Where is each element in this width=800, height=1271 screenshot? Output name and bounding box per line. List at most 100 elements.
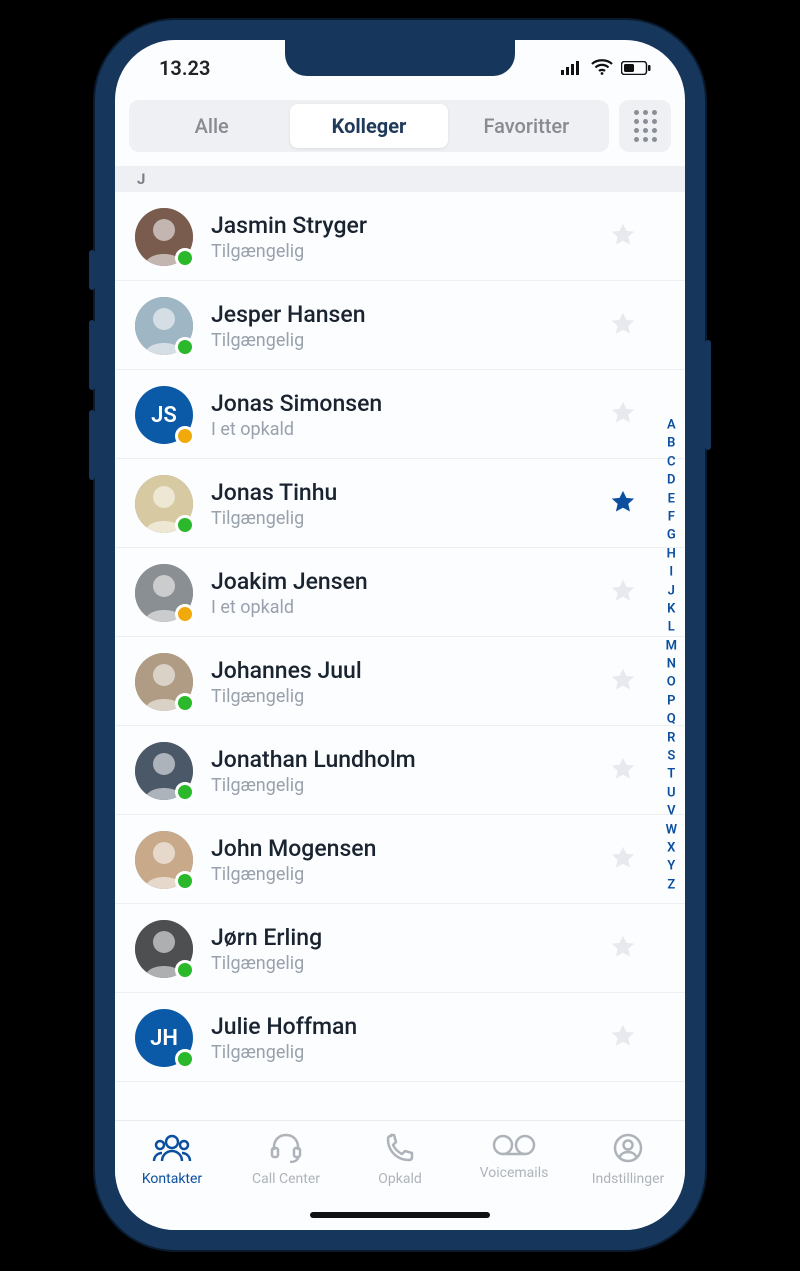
alpha-letter[interactable]: Z — [667, 877, 675, 894]
avatar — [135, 920, 193, 978]
avatar — [135, 653, 193, 711]
alpha-letter[interactable]: B — [667, 436, 675, 453]
alpha-letter[interactable]: K — [667, 602, 675, 619]
nav-label: Kontakter — [142, 1171, 202, 1187]
dialpad-button[interactable] — [619, 100, 671, 152]
alpha-letter[interactable]: X — [667, 841, 675, 858]
favorite-star[interactable] — [609, 666, 637, 698]
tab-all[interactable]: Alle — [133, 104, 290, 148]
presence-indicator — [175, 782, 195, 802]
alpha-letter[interactable]: Q — [667, 712, 676, 729]
contact-row[interactable]: JH Julie HoffmanTilgængelig — [115, 993, 685, 1082]
wifi-icon — [591, 56, 613, 80]
contact-name: Jonas Tinhu — [211, 479, 591, 507]
alpha-letter[interactable]: J — [668, 583, 675, 600]
alpha-letter[interactable]: F — [668, 510, 675, 527]
side-button — [89, 250, 95, 290]
alpha-letter[interactable]: P — [667, 694, 675, 711]
avatar — [135, 297, 193, 355]
alpha-letter[interactable]: U — [667, 785, 676, 802]
alpha-letter[interactable]: A — [667, 418, 676, 435]
alpha-letter[interactable]: T — [667, 767, 675, 784]
alpha-letter[interactable]: H — [667, 546, 676, 563]
alpha-letter[interactable]: R — [667, 730, 675, 747]
contact-status: Tilgængelig — [211, 508, 591, 529]
presence-indicator — [175, 1049, 195, 1069]
alpha-letter[interactable]: W — [666, 822, 677, 839]
screen: 13.23 Alle Kolleger Favoritter — [115, 40, 685, 1230]
favorite-star[interactable] — [609, 577, 637, 609]
favorite-star[interactable] — [609, 1022, 637, 1054]
alpha-letter[interactable]: I — [669, 565, 673, 582]
alpha-letter[interactable]: S — [667, 749, 675, 766]
favorite-star[interactable] — [609, 844, 637, 876]
phone-frame: 13.23 Alle Kolleger Favoritter — [95, 20, 705, 1250]
contact-row[interactable]: Jonathan LundholmTilgængelig — [115, 726, 685, 815]
alpha-letter[interactable]: C — [667, 454, 676, 471]
alpha-letter[interactable]: M — [666, 638, 677, 655]
contact-info: Jesper HansenTilgængelig — [211, 301, 591, 352]
contact-list[interactable]: Jasmin StrygerTilgængeligJesper HansenTi… — [115, 192, 685, 1120]
alpha-letter[interactable]: D — [667, 473, 675, 490]
contact-status: Tilgængelig — [211, 330, 591, 351]
avatar — [135, 475, 193, 533]
contact-row[interactable]: Johannes JuulTilgængelig — [115, 637, 685, 726]
contact-name: Julie Hoffman — [211, 1013, 591, 1041]
alpha-letter[interactable]: E — [668, 491, 675, 508]
favorite-star[interactable] — [609, 933, 637, 965]
favorite-star[interactable] — [609, 221, 637, 253]
contact-info: Joakim JensenI et opkald — [211, 568, 591, 619]
nav-label: Call Center — [252, 1171, 320, 1187]
contact-status: Tilgængelig — [211, 1042, 591, 1063]
contact-row[interactable]: Jasmin StrygerTilgængelig — [115, 192, 685, 281]
contact-status: Tilgængelig — [211, 686, 591, 707]
presence-indicator — [175, 604, 195, 624]
contact-row[interactable]: John MogensenTilgængelig — [115, 815, 685, 904]
alpha-letter[interactable]: V — [667, 804, 675, 821]
nav-label: Opkald — [378, 1171, 422, 1187]
contact-status: Tilgængelig — [211, 775, 591, 796]
phone-icon — [385, 1133, 415, 1167]
contact-name: Jonathan Lundholm — [211, 746, 591, 774]
favorite-star[interactable] — [609, 755, 637, 787]
alpha-letter[interactable]: G — [667, 528, 676, 545]
nav-item-call-center[interactable]: Call Center — [229, 1133, 343, 1187]
favorite-star[interactable] — [609, 488, 637, 520]
contact-status: I et opkald — [211, 597, 591, 618]
alpha-letter[interactable]: O — [667, 675, 676, 692]
user-circle-icon — [613, 1133, 643, 1167]
nav-item-kontakter[interactable]: Kontakter — [115, 1133, 229, 1187]
avatar: JH — [135, 1009, 193, 1067]
side-button — [705, 340, 711, 450]
contact-name: Jesper Hansen — [211, 301, 591, 329]
presence-indicator — [175, 426, 195, 446]
nav-item-voicemails[interactable]: Voicemails — [457, 1133, 571, 1181]
people-icon — [152, 1133, 192, 1167]
contact-name: John Mogensen — [211, 835, 591, 863]
contact-info: Julie HoffmanTilgængelig — [211, 1013, 591, 1064]
segmented-control: Alle Kolleger Favoritter — [129, 100, 609, 152]
contact-row[interactable]: Jesper HansenTilgængelig — [115, 281, 685, 370]
presence-indicator — [175, 871, 195, 891]
home-indicator — [310, 1212, 490, 1218]
nav-label: Voicemails — [480, 1165, 549, 1181]
nav-item-opkald[interactable]: Opkald — [343, 1133, 457, 1187]
contact-info: John MogensenTilgængelig — [211, 835, 591, 886]
contact-row[interactable]: Jonas TinhuTilgængelig — [115, 459, 685, 548]
tab-colleagues[interactable]: Kolleger — [290, 104, 447, 148]
battery-icon — [621, 56, 651, 80]
cellular-icon — [561, 56, 583, 80]
alpha-letter[interactable]: N — [667, 657, 676, 674]
tab-favorites[interactable]: Favoritter — [448, 104, 605, 148]
alpha-letter[interactable]: Y — [667, 859, 675, 876]
contact-row[interactable]: JSJonas SimonsenI et opkald — [115, 370, 685, 459]
favorite-star[interactable] — [609, 399, 637, 431]
alpha-index[interactable]: ABCDEFGHIJKLMNOPQRSTUVWXYZ — [666, 418, 677, 895]
dialpad-icon — [634, 110, 657, 142]
nav-item-indstillinger[interactable]: Indstillinger — [571, 1133, 685, 1187]
side-button — [89, 410, 95, 480]
alpha-letter[interactable]: L — [668, 620, 675, 637]
contact-row[interactable]: Joakim JensenI et opkald — [115, 548, 685, 637]
favorite-star[interactable] — [609, 310, 637, 342]
contact-row[interactable]: Jørn ErlingTilgængelig — [115, 904, 685, 993]
